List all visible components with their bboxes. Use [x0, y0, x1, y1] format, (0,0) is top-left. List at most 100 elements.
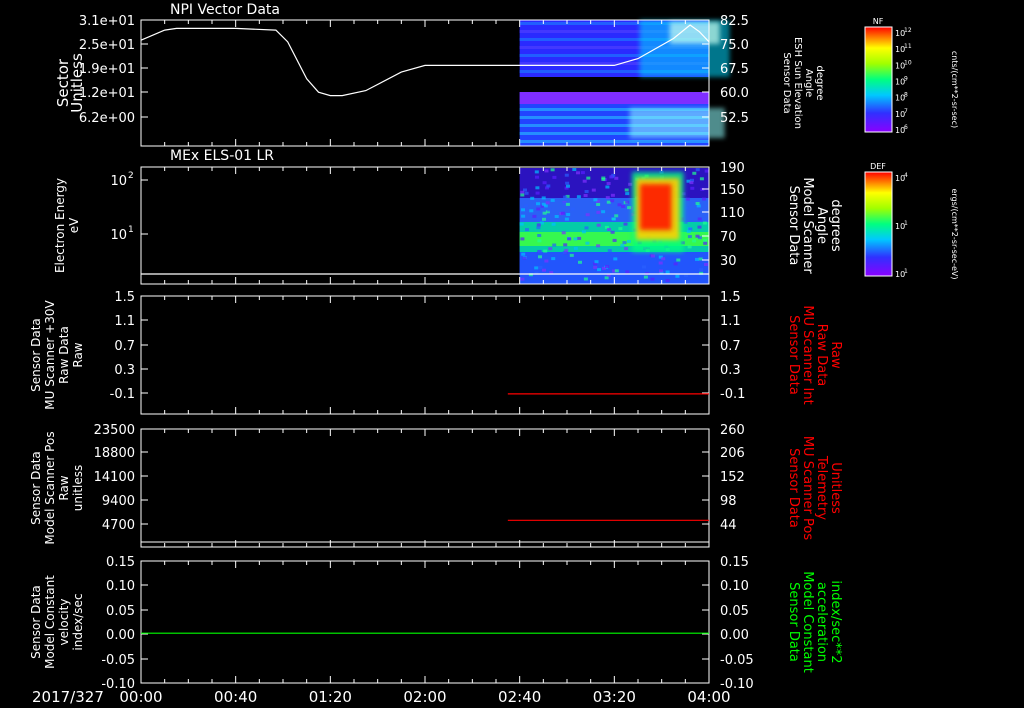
els-heatmap-pixel	[580, 171, 585, 175]
els-heatmap-pixel	[703, 239, 708, 243]
left-tick-label: -0.1	[110, 387, 135, 402]
panel-title-els: MEx ELS-01 LR	[170, 148, 274, 164]
left-tick-label: 0.7	[114, 339, 135, 354]
els-heatmap-pixel	[535, 191, 540, 195]
els-heatmap-pixel	[585, 241, 590, 245]
colorbar-tick-exponent: 4	[904, 172, 908, 179]
colorbar-tick-exponent: 7	[904, 108, 908, 115]
els-heatmap-pixel	[697, 217, 702, 221]
els-heatmap-pixel	[622, 241, 627, 245]
els-heatmap-pixel	[550, 168, 555, 172]
panel-frame	[140, 428, 710, 548]
x-tick-label: 00:00	[119, 688, 162, 706]
left-tick-label: 0.00	[106, 628, 135, 643]
right-tick-label: 206	[720, 446, 745, 461]
els-heatmap-pixel	[537, 239, 542, 243]
colorbar-tick-exponent: 8	[904, 92, 908, 99]
colorbar-def: DEF104101101 ergs/(cm**2-sr-sec-eV)	[864, 162, 959, 280]
els-heatmap-pixel	[543, 249, 548, 253]
left-axis-label: Electron Energy	[53, 178, 67, 273]
els-heatmap-pixel	[573, 237, 578, 241]
els-heatmap-pixel	[521, 252, 526, 256]
x-tick-label: 04:00	[687, 688, 730, 706]
els-heatmap-pixel	[614, 214, 619, 218]
npi-heatmap-glow	[629, 108, 725, 138]
panel-4: 0.150.100.050.00-0.05-0.100.150.100.050.…	[29, 555, 843, 692]
els-heatmap-pixel	[606, 182, 611, 185]
right-tick-label: 52.5	[720, 111, 749, 126]
left-tick-exponent: 2	[128, 171, 134, 181]
x-tick-label: 01:20	[309, 688, 352, 706]
left-tick-label: 2.5e+01	[79, 38, 135, 53]
right-axis-label: Sensor Data	[786, 448, 801, 528]
right-axis-label: Sensor Data	[786, 315, 801, 395]
els-heatmap-pixel	[601, 176, 606, 180]
els-heatmap-pixel	[612, 238, 617, 242]
els-heatmap-pixel	[548, 247, 553, 251]
els-heatmap-pixel	[596, 244, 601, 248]
els-heatmap-pixel	[658, 261, 663, 265]
left-tick-label: -0.05	[101, 653, 135, 668]
left-tick-label: 18800	[94, 446, 135, 461]
els-heatmap-pixel	[581, 230, 586, 234]
left-tick-label: 6.2e+00	[79, 111, 135, 126]
els-heatmap-pixel	[591, 188, 596, 192]
panel-frame	[140, 560, 710, 684]
colorbar-tick-exponent: 12	[904, 27, 912, 34]
panel-3: 23500 18800 14100 9400 4700 260 206 152 98 44 Sens…	[29, 423, 843, 548]
right-axis-label: Angle	[814, 207, 829, 244]
left-axis-label: Raw	[57, 475, 71, 500]
els-heatmap-pixel	[597, 268, 601, 272]
colorbar-unit: cnts/(cm**2-sr-sec)	[950, 51, 959, 128]
x-tick-label: 03:20	[593, 688, 636, 706]
els-heatmap-pixel	[695, 257, 699, 261]
els-heatmap-pixel	[673, 262, 678, 266]
right-axis-label: degrees	[828, 199, 843, 252]
els-heatmap-pixel	[576, 171, 580, 175]
els-heatmap-pixel	[620, 243, 625, 247]
right-tick-label: 0.7	[720, 339, 741, 354]
left-axis-label: eV	[67, 217, 81, 233]
els-heatmap-pixel	[607, 249, 612, 253]
els-heatmap-pixel	[593, 198, 598, 202]
right-tick-label: 67.5	[720, 62, 749, 77]
panel-frame	[140, 295, 710, 415]
els-heatmap-pixel	[699, 268, 704, 272]
els-heatmap-pixel	[536, 223, 541, 227]
right-axis-label: Angle	[803, 69, 814, 97]
right-tick-label: 98	[720, 494, 737, 509]
els-heatmap-pixel	[683, 220, 688, 224]
els-heatmap-pixel	[530, 196, 535, 200]
els-heatmap-pixel	[572, 168, 577, 171]
els-heatmap-pixel	[625, 270, 630, 274]
right-tick-label: 260	[720, 423, 745, 438]
els-heatmap-pixel	[564, 173, 569, 177]
els-heatmap-pixel	[607, 228, 611, 231]
panel-0: 3.1e+01 2.5e+01 1.9e+01 1.2e+01 6.2e+00 82.5 7…	[54, 14, 825, 147]
els-heatmap-pixel	[675, 274, 680, 278]
els-heatmap-pixel	[687, 235, 692, 239]
right-axis-label: MU Scanner Int	[800, 305, 815, 404]
right-tick-label: 152	[720, 470, 745, 485]
left-axis-label: Model Constant	[43, 575, 57, 669]
left-axis-label: Sensor Data	[29, 318, 43, 392]
x-tick-label: 00:40	[214, 688, 257, 706]
els-heatmap-pixel	[563, 243, 568, 247]
right-axis-label: index/sec**2	[828, 580, 843, 663]
els-heatmap-pixel	[687, 245, 692, 249]
npi-heatmap	[519, 20, 730, 146]
colorbar-tick-exponent: 11	[904, 43, 912, 50]
colorbar-title: DEF	[870, 162, 886, 171]
panel-1: 10 210 11901501107030Electron Energy eV Sens…	[53, 161, 843, 285]
left-tick-label: 10	[110, 228, 127, 243]
left-tick-label: 0.3	[114, 363, 135, 378]
els-heatmap-pixel	[583, 277, 588, 281]
els-heatmap-pixel	[699, 177, 704, 181]
els-heatmap-pixel	[567, 237, 572, 241]
els-heatmap-pixel	[585, 213, 590, 217]
right-tick-label: 70	[720, 230, 737, 245]
els-heatmap-pixel	[625, 192, 630, 196]
left-tick-label: 1.1	[114, 314, 135, 329]
panel-frames: 3.1e+01 2.5e+01 1.9e+01 1.2e+01 6.2e+00 82.5 7…	[29, 14, 959, 706]
els-heatmap-pixel	[702, 197, 706, 201]
